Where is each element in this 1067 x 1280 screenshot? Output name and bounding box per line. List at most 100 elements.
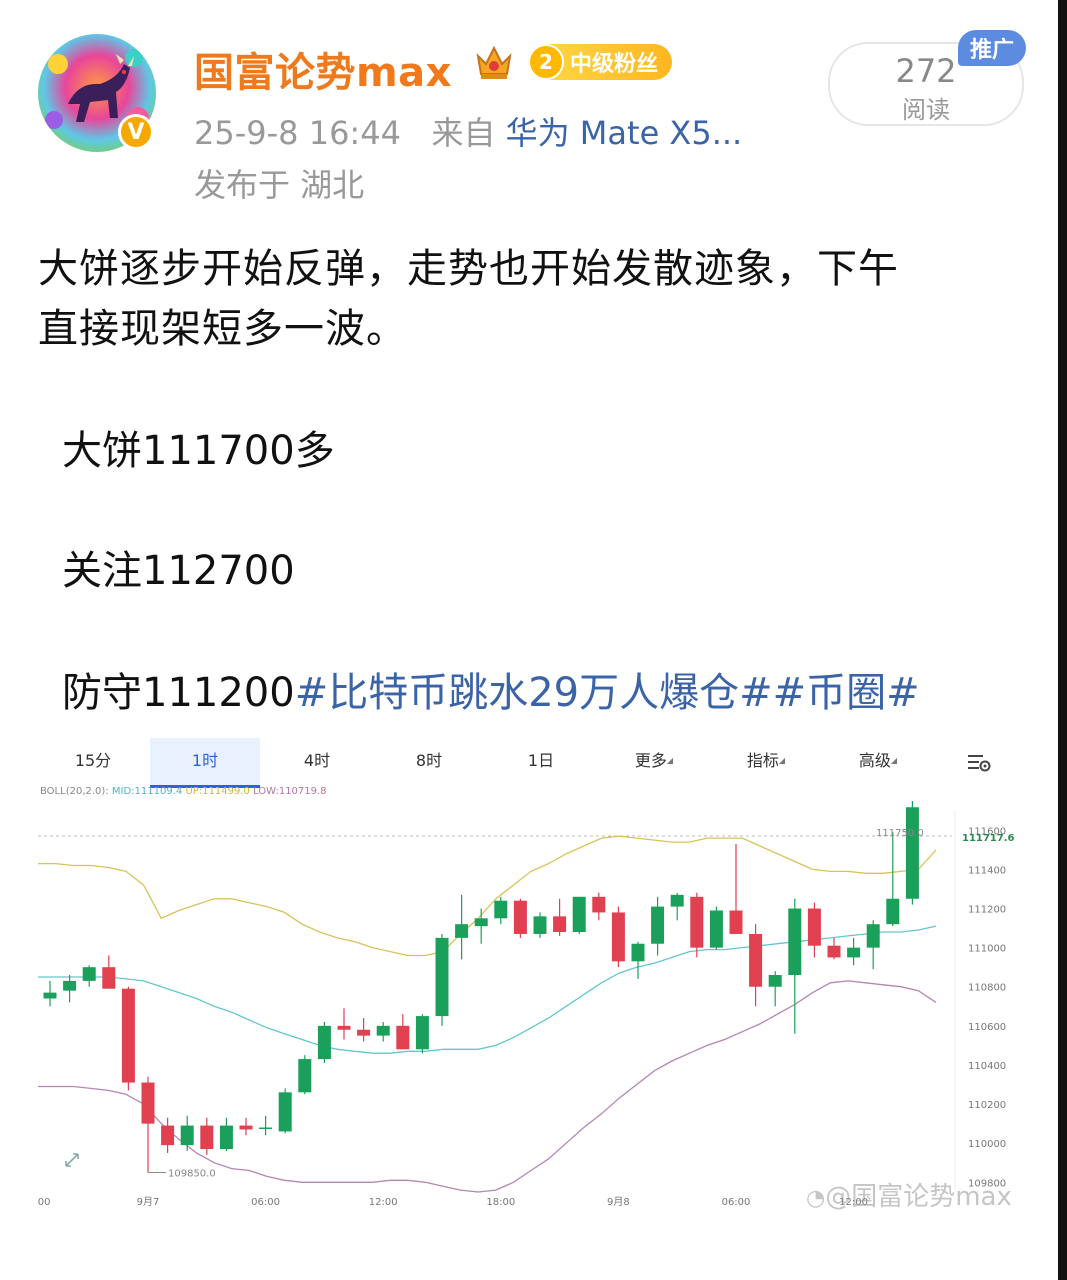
tab-1h[interactable]: 1时 [150,738,260,788]
more-menu[interactable]: 更多◢ [598,738,710,788]
candle [435,933,449,1026]
candle [494,896,508,925]
candle [709,906,723,950]
advanced-menu[interactable]: 高级◢ [822,738,934,788]
candle [102,955,116,989]
candle [866,920,880,970]
verified-icon: V [118,114,154,150]
candle [572,896,586,934]
chart-settings-icon[interactable] [954,738,1004,788]
caret-icon: ◢ [778,756,786,765]
candle [455,894,469,960]
y-tick-label: 111000 [968,944,1006,955]
tab-8h[interactable]: 8时 [374,738,484,788]
tab-15min[interactable]: 15分 [38,738,148,788]
screen-edge [1058,0,1067,1280]
candle [553,898,567,936]
x-tick-label: 06:00 [722,1197,751,1208]
fan-level-icon: 2 [528,44,564,80]
x-tick-label: 9月7 [137,1196,160,1208]
y-tick-label: 110600 [968,1022,1006,1033]
candle [474,908,488,944]
y-tick-label: 111400 [968,865,1006,876]
last-price-label: 111717.6 [962,833,1015,844]
boll-mid: MID:111109.4 [111,786,183,797]
candle [357,1018,371,1042]
read-label: 阅读 [902,96,950,124]
candle [161,1117,175,1153]
indicator-menu[interactable]: 指标◢ [710,738,822,788]
candle [200,1117,214,1155]
candle [376,1021,390,1042]
low-price-marker: 109850.0 [168,1168,216,1179]
x-tick-label: 18:00 [486,1197,515,1208]
candle [82,965,96,987]
hashtag-link[interactable]: #比特币跳水29万人爆仓# [295,670,773,716]
x-tick-label: 12:00 [369,1197,398,1208]
x-tick-label: 9月8 [607,1196,630,1208]
candle [905,801,919,905]
username[interactable]: 国富论势max [194,40,452,98]
post-defend: 防守111200 [62,670,295,716]
boll-legend: BOLL(20,2.0): MID:111109.4 UP:111499.0 L… [40,786,327,797]
weibo-icon: ◔ [806,1186,826,1211]
post-source[interactable]: 华为 Mate X5... [506,114,743,152]
candle [141,1076,155,1173]
watermark-text: @国富论势max [825,1182,1012,1212]
post-watch: 关注112700 [62,548,295,594]
candle [317,1021,331,1063]
caret-icon: ◢ [666,756,674,765]
promo-button[interactable]: 推广 [958,30,1026,66]
y-tick-label: 110000 [968,1139,1006,1150]
candle [611,906,625,968]
candle [533,912,547,938]
candle [827,937,841,960]
boll-low: LOW:110719.8 [253,786,327,797]
boll-lower-line [38,980,937,1193]
indicator-menu-label: 指标 [746,751,779,770]
candle [219,1117,233,1151]
expand-icon[interactable] [65,1153,79,1167]
post-defend-line: 防守111200#比特币跳水29万人爆仓##币圈# [62,660,920,718]
post-entry: 大饼111700多 [62,428,335,474]
fan-badge[interactable]: 2 中级粉丝 [528,44,673,80]
tab-4h[interactable]: 4时 [262,738,372,788]
candle [396,1014,410,1050]
post-meta: 25-9-8 16:44 来自 华为 Mate X5... [194,108,742,154]
x-tick-label: 06:00 [251,1197,280,1208]
crown-icon [472,40,516,84]
candle [788,898,802,1034]
candle [690,892,704,958]
candle [729,844,743,934]
candle [415,1014,429,1054]
candlestick-chart[interactable]: 1116001114001112001110001108001106001104… [0,800,1058,1220]
chart-toolbar: 15分 1时 4时 8时 1日 更多◢ 指标◢ 高级◢ [38,738,1020,788]
more-menu-label: 更多 [634,751,667,770]
hashtag-link[interactable]: #币圈# [773,670,920,716]
boll-up: UP:111499.0 [185,786,250,797]
candle [651,896,665,956]
candle [847,937,861,966]
candle [239,1117,253,1136]
x-tick-label: 00 [38,1197,51,1208]
candle [337,1008,351,1040]
post-text-line-1: 大饼逐步开始反弹，走势也开始发散迹象，下午 [38,246,899,292]
source-prefix: 来自 [431,114,496,152]
y-tick-label: 110800 [968,983,1006,994]
candle [886,832,900,927]
y-tick-label: 110400 [968,1061,1006,1072]
tab-1d[interactable]: 1日 [486,738,596,788]
candle [180,1115,194,1151]
candle [807,902,821,958]
candle [670,892,684,921]
caret-icon: ◢ [890,756,898,765]
candle [298,1055,312,1095]
candle [592,892,606,921]
watermark: ◔@国富论势max [806,1176,1012,1213]
boll-name: BOLL(20,2.0): [40,786,109,797]
advanced-menu-label: 高级 [858,751,891,770]
post-text-line-2: 直接现架短多一波。 [38,306,407,352]
candle [259,1115,273,1136]
candle [278,1088,292,1134]
candle [768,971,782,1007]
